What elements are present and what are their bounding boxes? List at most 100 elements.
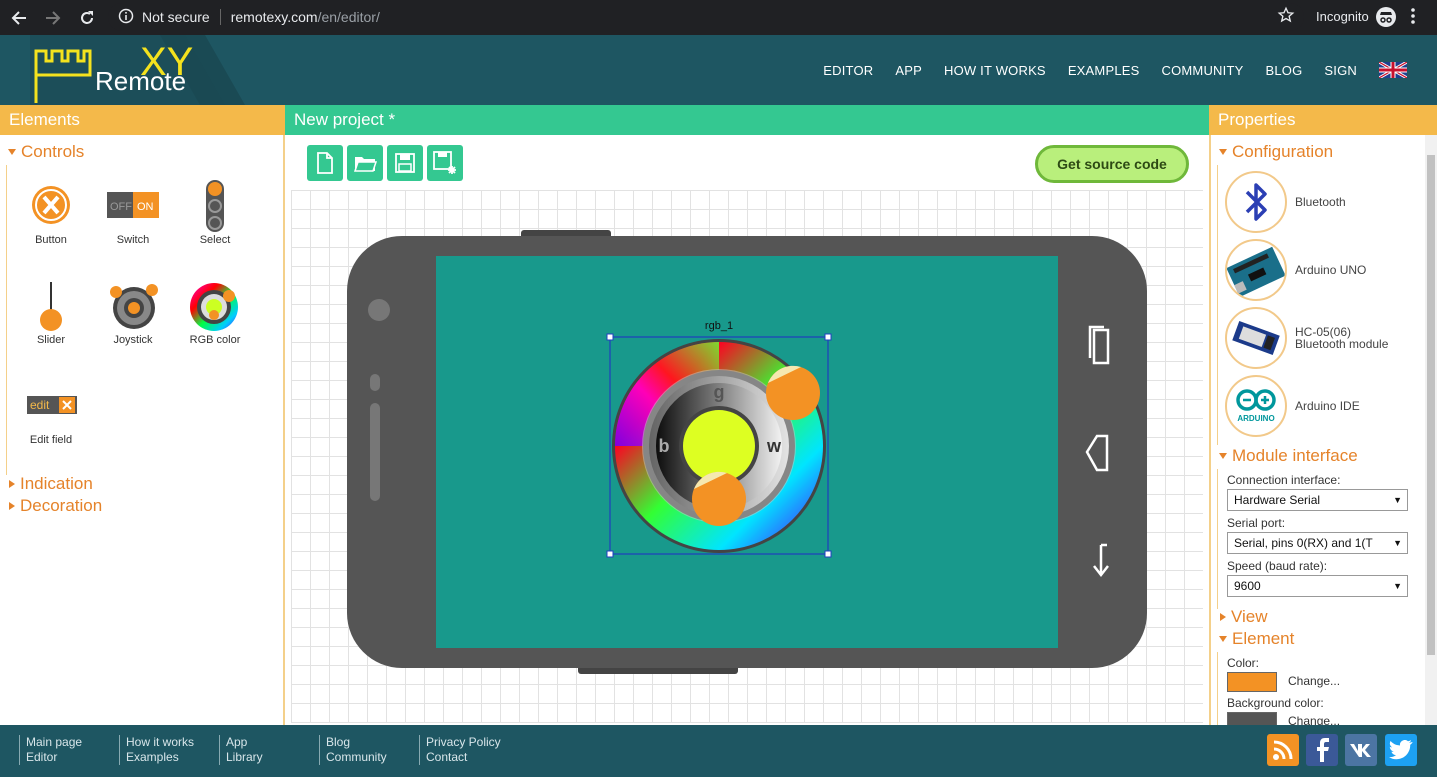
properties-panel-header: Properties bbox=[1209, 105, 1437, 135]
save-as-button[interactable] bbox=[427, 145, 463, 181]
rgb-w-label: w bbox=[766, 436, 782, 456]
uk-flag-icon[interactable] bbox=[1379, 62, 1407, 78]
config-hc05-module[interactable]: HC-05(06) Bluetooth module bbox=[1225, 306, 1425, 370]
footer-link-how-it-works[interactable]: How it works bbox=[126, 735, 194, 750]
config-label: Arduino IDE bbox=[1295, 399, 1360, 413]
joystick-icon bbox=[110, 284, 158, 329]
element-switch[interactable]: OFF ON Switch bbox=[93, 185, 173, 251]
svg-text:edit: edit bbox=[30, 398, 50, 412]
indication-section-toggle[interactable]: Indication bbox=[8, 474, 93, 494]
save-project-button[interactable] bbox=[387, 145, 423, 181]
element-select[interactable]: Select bbox=[175, 180, 255, 251]
expanded-caret-icon bbox=[1219, 636, 1227, 642]
config-arduino-uno[interactable]: Arduino UNO bbox=[1225, 238, 1425, 302]
serial-port-select[interactable]: Serial, pins 0(RX) and 1(T ▼ bbox=[1227, 532, 1408, 554]
new-project-button[interactable] bbox=[307, 145, 343, 181]
nav-examples[interactable]: EXAMPLES bbox=[1068, 63, 1140, 78]
background-change-link[interactable]: Change... bbox=[1288, 714, 1340, 725]
rgb-g-label: g bbox=[714, 382, 725, 402]
bluetooth-icon bbox=[1225, 171, 1287, 233]
back-icon[interactable] bbox=[4, 3, 34, 33]
element-slider[interactable]: Slider bbox=[11, 280, 91, 351]
open-folder-icon bbox=[353, 157, 377, 172]
nav-how-it-works[interactable]: HOW IT WORKS bbox=[944, 63, 1046, 78]
config-bluetooth[interactable]: Bluetooth bbox=[1225, 170, 1425, 234]
save-icon bbox=[395, 153, 415, 173]
properties-scrollbar[interactable] bbox=[1425, 135, 1437, 725]
nav-blog[interactable]: BLOG bbox=[1265, 63, 1302, 78]
edit-field-icon: edit bbox=[27, 396, 77, 414]
footer-link-contact[interactable]: Contact bbox=[426, 750, 501, 765]
address-bar[interactable]: Not secure remotexy.com/en/editor/ bbox=[108, 3, 1304, 31]
view-section-toggle[interactable]: View bbox=[1219, 607, 1268, 627]
footer-link-main-page[interactable]: Main page bbox=[26, 735, 82, 750]
collapsed-caret-icon bbox=[9, 502, 15, 510]
facebook-icon[interactable] bbox=[1306, 734, 1338, 766]
incognito-icon[interactable] bbox=[1375, 6, 1397, 33]
nav-community[interactable]: COMMUNITY bbox=[1162, 63, 1244, 78]
vk-icon[interactable] bbox=[1345, 734, 1377, 766]
footer-column: How it works Examples bbox=[119, 735, 194, 765]
element-label: Select bbox=[199, 234, 231, 246]
background-color-label: Background color: bbox=[1227, 696, 1324, 710]
connection-interface-select[interactable]: Hardware Serial ▼ bbox=[1227, 489, 1408, 511]
speed-label: Speed (baud rate): bbox=[1227, 559, 1328, 573]
remotexy-logo[interactable]: Remote XY bbox=[0, 35, 250, 105]
color-swatch[interactable] bbox=[1227, 672, 1277, 692]
rgb-b-label: b bbox=[659, 436, 670, 456]
element-section-toggle[interactable]: Element bbox=[1219, 629, 1294, 649]
config-label: Arduino UNO bbox=[1295, 263, 1367, 277]
controls-section-toggle[interactable]: Controls bbox=[8, 142, 84, 162]
footer-link-editor[interactable]: Editor bbox=[26, 750, 82, 765]
nav-editor[interactable]: EDITOR bbox=[823, 63, 873, 78]
nav-app[interactable]: APP bbox=[895, 63, 922, 78]
element-button[interactable]: Button bbox=[11, 185, 91, 251]
elements-panel-header: Elements bbox=[0, 105, 285, 135]
scrollbar-thumb[interactable] bbox=[1427, 155, 1435, 655]
config-label: HC-05(06) Bluetooth module bbox=[1295, 325, 1389, 351]
footer-link-privacy-policy[interactable]: Privacy Policy bbox=[426, 735, 501, 750]
footer-link-blog[interactable]: Blog bbox=[326, 735, 387, 750]
new-file-icon bbox=[317, 152, 333, 174]
color-change-link[interactable]: Change... bbox=[1288, 674, 1340, 688]
indication-title: Indication bbox=[20, 474, 93, 493]
get-source-code-button[interactable]: Get source code bbox=[1035, 145, 1189, 183]
configuration-section-toggle[interactable]: Configuration bbox=[1219, 142, 1333, 162]
config-arduino-ide[interactable]: ARDUINO Arduino IDE bbox=[1225, 374, 1425, 438]
element-rgb-color[interactable]: RGB color bbox=[175, 280, 255, 351]
module-interface-section-toggle[interactable]: Module interface bbox=[1219, 446, 1358, 466]
reload-icon[interactable] bbox=[72, 3, 102, 33]
nav-sign[interactable]: SIGN bbox=[1324, 63, 1357, 78]
footer-link-app[interactable]: App bbox=[226, 735, 263, 750]
editor-canvas[interactable]: rgb_1 g b w bbox=[291, 190, 1203, 723]
footer-link-examples[interactable]: Examples bbox=[126, 750, 194, 765]
color-label: Color: bbox=[1227, 656, 1260, 670]
bookmark-star-icon[interactable] bbox=[1277, 6, 1295, 29]
elements-panel: Controls Button OFF ON Switch Select Sli… bbox=[0, 135, 285, 725]
info-icon[interactable] bbox=[118, 8, 134, 27]
svg-text:ON: ON bbox=[137, 201, 154, 213]
footer-link-community[interactable]: Community bbox=[326, 750, 387, 765]
twitter-icon[interactable] bbox=[1385, 734, 1417, 766]
footer-link-library[interactable]: Library bbox=[226, 750, 263, 765]
kebab-menu-icon[interactable] bbox=[1410, 7, 1416, 30]
button-icon bbox=[32, 186, 70, 224]
view-title: View bbox=[1231, 607, 1268, 626]
url-host: remotexy.com bbox=[230, 9, 318, 25]
element-label: RGB color bbox=[189, 334, 241, 346]
decoration-section-toggle[interactable]: Decoration bbox=[8, 496, 102, 516]
open-project-button[interactable] bbox=[347, 145, 383, 181]
phone-mockup: rgb_1 g b w bbox=[347, 230, 1147, 674]
config-label: Bluetooth bbox=[1295, 195, 1346, 209]
element-edit-field[interactable]: edit Edit field bbox=[11, 390, 91, 451]
rss-icon[interactable] bbox=[1267, 734, 1299, 766]
site-header: Remote XY EDITOR APP HOW IT WORKS EXAMPL… bbox=[0, 35, 1437, 105]
background-color-swatch[interactable] bbox=[1227, 712, 1277, 725]
baud-rate-select[interactable]: 9600 ▼ bbox=[1227, 575, 1408, 597]
properties-panel: Configuration Bluetooth Arduino UNO HC-0… bbox=[1209, 135, 1437, 725]
element-joystick[interactable]: Joystick bbox=[93, 280, 173, 351]
forward-icon[interactable] bbox=[38, 3, 68, 33]
footer-column: Main page Editor bbox=[19, 735, 82, 765]
expanded-caret-icon bbox=[1219, 149, 1227, 155]
footer-column: Blog Community bbox=[319, 735, 387, 765]
